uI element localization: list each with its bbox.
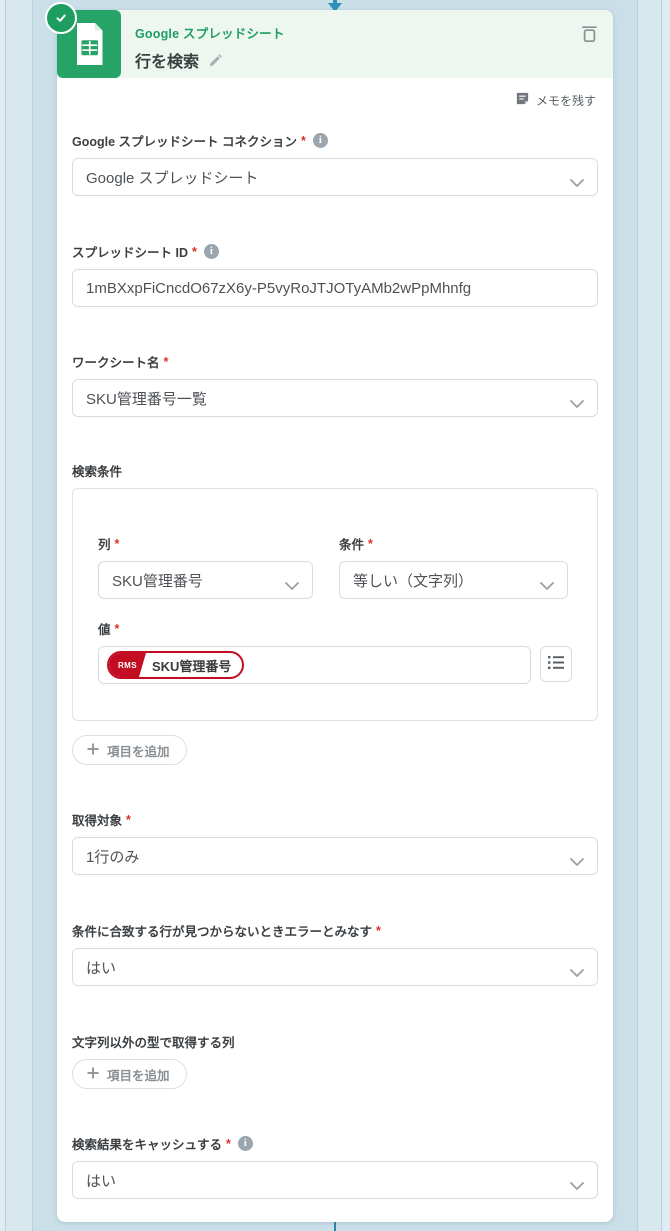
- non-string-columns-label: 文字列以外の型で取得する列: [72, 1036, 235, 1050]
- worksheet-value: SKU管理番号一覧: [86, 390, 207, 408]
- check-icon: [45, 2, 77, 34]
- memo-icon: [515, 91, 530, 109]
- canvas-stripe: [32, 0, 33, 1231]
- connector-line: [334, 1222, 336, 1231]
- add-condition-row: 項目を追加: [72, 735, 598, 765]
- add-item-button[interactable]: 項目を追加: [72, 735, 187, 765]
- required-mark: *: [114, 621, 120, 636]
- edit-icon[interactable]: [208, 53, 223, 68]
- field-connection: Google スプレッドシート コネクション * i Google スプレッドシ…: [72, 131, 598, 196]
- add-item-button[interactable]: 項目を追加: [72, 1059, 187, 1089]
- connection-value: Google スプレッドシート: [86, 169, 259, 187]
- connection-select[interactable]: Google スプレッドシート: [72, 158, 598, 196]
- required-mark: *: [301, 133, 306, 148]
- add-item-label: 項目を追加: [107, 1068, 170, 1083]
- info-icon[interactable]: i: [203, 244, 219, 259]
- chevron-down-icon: [285, 577, 299, 594]
- required-mark: *: [114, 536, 120, 551]
- column-label: 列: [98, 538, 111, 552]
- memo-link-label: メモを残す: [535, 93, 596, 108]
- step-settings-form: Google スプレッドシート コネクション * i Google スプレッドシ…: [57, 131, 613, 1199]
- trash-icon[interactable]: [581, 23, 598, 43]
- field-non-string-columns: 文字列以外の型で取得する列 項目を追加: [72, 1032, 598, 1089]
- section-search-conditions: 検索条件 列 * SKU管理番号 条件 * 等しい（文字列） 値 * RMS S…: [72, 461, 598, 721]
- required-mark: *: [126, 812, 131, 827]
- field-error-if-not-found: 条件に合致する行が見つからないときエラーとみなす * はい: [72, 921, 598, 986]
- workflow-canvas: Google スプレッドシート 行を検索 メモを残す Google スプレッドシ…: [0, 0, 670, 1231]
- plus-icon: [87, 743, 99, 758]
- canvas-stripe: [638, 0, 661, 1231]
- chevron-down-icon: [570, 1177, 584, 1194]
- error-if-not-found-value: はい: [86, 959, 117, 977]
- list-icon: [547, 655, 565, 673]
- column-select[interactable]: SKU管理番号: [98, 561, 313, 599]
- chevron-down-icon: [570, 395, 584, 412]
- required-mark: *: [226, 1136, 231, 1151]
- target-label: 取得対象: [72, 814, 123, 828]
- chevron-down-icon: [540, 577, 554, 594]
- insert-output-button[interactable]: [540, 646, 572, 682]
- field-condition-operator: 条件 * 等しい（文字列）: [339, 534, 568, 599]
- connection-label: Google スプレッドシート コネクション: [72, 135, 298, 149]
- target-value: 1行のみ: [86, 848, 140, 866]
- output-variable-token[interactable]: RMS SKU管理番号: [107, 651, 245, 679]
- canvas-stripe: [6, 0, 32, 1231]
- field-spreadsheet-id: スプレッドシート ID * i: [72, 242, 598, 307]
- step-header: Google スプレッドシート 行を検索: [57, 10, 613, 78]
- chevron-down-icon: [570, 174, 584, 191]
- spreadsheet-id-label: スプレッドシート ID: [72, 246, 188, 260]
- step-header-text: Google スプレッドシート 行を検索: [121, 10, 285, 78]
- add-item-label: 項目を追加: [107, 744, 170, 759]
- plus-icon: [87, 1067, 99, 1082]
- required-mark: *: [368, 536, 373, 551]
- info-icon[interactable]: i: [312, 133, 328, 148]
- field-condition-column: 列 * SKU管理番号: [98, 534, 313, 599]
- app-name-label: Google スプレッドシート: [135, 27, 285, 41]
- error-if-not-found-label: 条件に合致する行が見つからないときエラーとみなす: [72, 925, 373, 939]
- required-mark: *: [376, 923, 381, 938]
- chevron-down-icon: [570, 853, 584, 870]
- step-card-google-sheets-search-row: Google スプレッドシート 行を検索 メモを残す Google スプレッドシ…: [45, 2, 613, 1222]
- info-icon[interactable]: i: [237, 1136, 253, 1151]
- field-worksheet: ワークシート名 * SKU管理番号一覧: [72, 352, 598, 417]
- value-input[interactable]: RMS SKU管理番号: [98, 646, 531, 684]
- cache-label: 検索結果をキャッシュする: [72, 1138, 223, 1152]
- step-title: 行を検索: [135, 54, 200, 71]
- cache-select[interactable]: はい: [72, 1161, 598, 1199]
- operator-value: 等しい（文字列）: [353, 572, 474, 590]
- field-target: 取得対象 * 1行のみ: [72, 810, 598, 875]
- required-mark: *: [191, 244, 197, 259]
- canvas-stripe: [662, 0, 670, 1231]
- search-condition-row: 列 * SKU管理番号 条件 * 等しい（文字列） 値 * RMS SKU管理番…: [72, 488, 598, 721]
- worksheet-label: ワークシート名: [72, 356, 160, 370]
- memo-link[interactable]: メモを残す: [57, 78, 613, 109]
- operator-label: 条件: [339, 538, 365, 552]
- field-condition-value: 値 * RMS SKU管理番号: [98, 619, 572, 684]
- token-app-badge: RMS: [109, 653, 146, 677]
- target-select[interactable]: 1行のみ: [72, 837, 598, 875]
- token-variable-name: SKU管理番号: [151, 658, 232, 674]
- value-label: 値: [98, 623, 111, 637]
- chevron-down-icon: [570, 964, 584, 981]
- field-cache: 検索結果をキャッシュする * i はい: [72, 1134, 598, 1199]
- operator-select[interactable]: 等しい（文字列）: [339, 561, 568, 599]
- search-conditions-label: 検索条件: [72, 465, 123, 479]
- worksheet-select[interactable]: SKU管理番号一覧: [72, 379, 598, 417]
- error-if-not-found-select[interactable]: はい: [72, 948, 598, 986]
- spreadsheet-id-input[interactable]: [72, 269, 598, 307]
- column-value: SKU管理番号: [112, 572, 203, 590]
- cache-value: はい: [86, 1172, 117, 1190]
- required-mark: *: [163, 354, 169, 369]
